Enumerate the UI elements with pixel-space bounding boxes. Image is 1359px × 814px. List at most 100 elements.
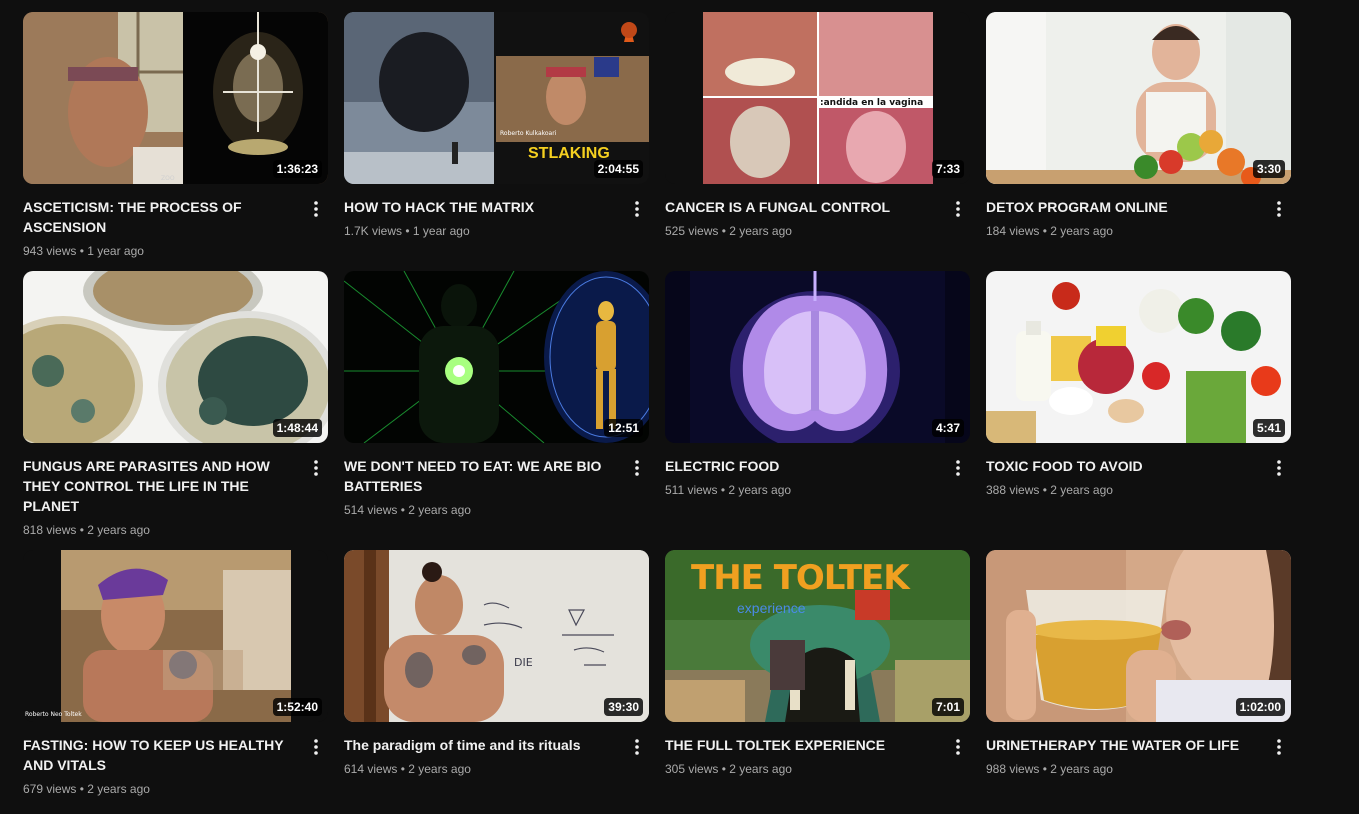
video-title[interactable]: THE FULL TOLTEK EXPERIENCE [665, 735, 936, 755]
video-card[interactable]: ZOO 1:36:23 ASCETICISM: THE PROCESS OF A… [23, 12, 328, 271]
video-thumbnail[interactable]: DIE 39:30 [344, 550, 649, 722]
video-stats: 305 views • 2 years ago [665, 762, 792, 776]
view-count: 1.7K views [344, 224, 403, 238]
video-card[interactable]: DIE 39:30 The paradigm of time and its r… [344, 550, 649, 810]
duration-badge: 1:02:00 [1235, 698, 1285, 716]
video-stats: 943 views • 1 year ago [23, 244, 144, 258]
thumbnail-subtext: experience [737, 600, 806, 616]
kebab-menu-icon [314, 739, 318, 755]
upload-age: 2 years ago [87, 523, 150, 537]
duration-badge: 7:33 [931, 160, 964, 178]
view-count: 988 views [986, 762, 1040, 776]
kebab-menu-icon [635, 201, 639, 217]
video-card[interactable]: 1:02:00 URINETHERAPY THE WATER OF LIFE 9… [986, 550, 1291, 810]
video-thumbnail[interactable]: Roberto Neo Toltek 1:52:40 [23, 550, 328, 722]
kebab-menu-icon [956, 201, 960, 217]
upload-age: 2 years ago [729, 224, 792, 238]
video-meta: DETOX PROGRAM ONLINE 184 views • 2 years… [986, 197, 1291, 239]
video-stats: 1.7K views • 1 year ago [344, 224, 470, 238]
video-thumbnail[interactable]: 1:48:44 [23, 271, 328, 443]
more-options-button[interactable] [625, 735, 649, 759]
video-thumbnail[interactable]: 4:37 [665, 271, 970, 443]
video-title[interactable]: ELECTRIC FOOD [665, 456, 936, 476]
upload-age: 1 year ago [87, 244, 144, 258]
duration-badge: 2:04:55 [593, 160, 643, 178]
video-title[interactable]: TOXIC FOOD TO AVOID [986, 456, 1257, 476]
video-thumbnail[interactable]: THE TOLTEK experience 7:01 [665, 550, 970, 722]
video-thumbnail[interactable]: STLAKING Roberto Kulkakoari 2:04:55 [344, 12, 649, 184]
view-count: 388 views [986, 483, 1040, 497]
video-card[interactable]: 5:41 TOXIC FOOD TO AVOID 388 views • 2 y… [986, 271, 1291, 550]
video-title[interactable]: DETOX PROGRAM ONLINE [986, 197, 1257, 217]
more-options-button[interactable] [304, 456, 328, 480]
thumbnail-caption: Roberto Kulkakoari [500, 130, 557, 137]
duration-badge: 1:36:23 [272, 160, 322, 178]
video-grid: ZOO 1:36:23 ASCETICISM: THE PROCESS OF A… [23, 12, 1291, 810]
video-card[interactable]: STLAKING Roberto Kulkakoari 2:04:55 HOW … [344, 12, 649, 271]
duration-badge: 1:52:40 [272, 698, 322, 716]
video-meta: ASCETICISM: THE PROCESS OF ASCENSION 943… [23, 197, 328, 259]
more-options-button[interactable] [625, 456, 649, 480]
video-title[interactable]: The paradigm of time and its rituals [344, 735, 615, 755]
video-meta: TOXIC FOOD TO AVOID 388 views • 2 years … [986, 456, 1291, 498]
video-thumbnail[interactable]: :andida en la vagina 7:33 [665, 12, 970, 184]
more-options-button[interactable] [304, 197, 328, 221]
duration-badge: 1:48:44 [272, 419, 322, 437]
more-options-button[interactable] [946, 735, 970, 759]
duration-badge: 4:37 [931, 419, 964, 437]
video-meta: WE DON'T NEED TO EAT: WE ARE BIO BATTERI… [344, 456, 649, 518]
video-card[interactable]: 1:48:44 FUNGUS ARE PARASITES AND HOW THE… [23, 271, 328, 550]
video-stats: 184 views • 2 years ago [986, 224, 1113, 238]
more-options-button[interactable] [1267, 197, 1291, 221]
upload-age: 2 years ago [1050, 762, 1113, 776]
more-options-button[interactable] [946, 456, 970, 480]
thumbnail-caption: Roberto Neo Toltek [25, 711, 82, 718]
video-card[interactable]: THE TOLTEK experience 7:01 THE FULL TOLT… [665, 550, 970, 810]
kebab-menu-icon [1277, 460, 1281, 476]
more-options-button[interactable] [625, 197, 649, 221]
video-meta: The paradigm of time and its rituals 614… [344, 735, 649, 777]
video-title[interactable]: URINETHERAPY THE WATER OF LIFE [986, 735, 1257, 755]
kebab-menu-icon [314, 460, 318, 476]
video-card[interactable]: 12:51 WE DON'T NEED TO EAT: WE ARE BIO B… [344, 271, 649, 550]
video-thumbnail[interactable]: 3:30 [986, 12, 1291, 184]
kebab-menu-icon [635, 460, 639, 476]
video-card[interactable]: Roberto Neo Toltek 1:52:40 FASTING: HOW … [23, 550, 328, 810]
video-thumbnail[interactable]: 12:51 [344, 271, 649, 443]
kebab-menu-icon [1277, 201, 1281, 217]
video-meta: FASTING: HOW TO KEEP US HEALTHY AND VITA… [23, 735, 328, 797]
upload-age: 2 years ago [1050, 483, 1113, 497]
kebab-menu-icon [314, 201, 318, 217]
video-card[interactable]: :andida en la vagina 7:33 CANCER IS A FU… [665, 12, 970, 271]
video-title[interactable]: WE DON'T NEED TO EAT: WE ARE BIO BATTERI… [344, 456, 615, 496]
video-card[interactable]: 4:37 ELECTRIC FOOD 511 views • 2 years a… [665, 271, 970, 550]
more-options-button[interactable] [304, 735, 328, 759]
view-count: 184 views [986, 224, 1040, 238]
thumbnail-text: :andida en la vagina [820, 98, 924, 108]
thumbnail-text: ZOO [161, 175, 175, 182]
kebab-menu-icon [956, 739, 960, 755]
video-card[interactable]: 3:30 DETOX PROGRAM ONLINE 184 views • 2 … [986, 12, 1291, 271]
video-title[interactable]: CANCER IS A FUNGAL CONTROL [665, 197, 936, 217]
view-count: 525 views [665, 224, 719, 238]
upload-age: 2 years ago [408, 762, 471, 776]
video-thumbnail[interactable]: 1:02:00 [986, 550, 1291, 722]
video-stats: 988 views • 2 years ago [986, 762, 1113, 776]
more-options-button[interactable] [1267, 456, 1291, 480]
video-title[interactable]: ASCETICISM: THE PROCESS OF ASCENSION [23, 197, 294, 237]
video-meta: THE FULL TOLTEK EXPERIENCE 305 views • 2… [665, 735, 970, 777]
upload-age: 2 years ago [87, 782, 150, 796]
video-stats: 818 views • 2 years ago [23, 523, 150, 537]
video-title[interactable]: HOW TO HACK THE MATRIX [344, 197, 615, 217]
video-thumbnail[interactable]: 5:41 [986, 271, 1291, 443]
kebab-menu-icon [956, 460, 960, 476]
video-meta: FUNGUS ARE PARASITES AND HOW THEY CONTRO… [23, 456, 328, 538]
duration-badge: 3:30 [1252, 160, 1285, 178]
video-title[interactable]: FUNGUS ARE PARASITES AND HOW THEY CONTRO… [23, 456, 294, 516]
duration-badge: 7:01 [931, 698, 964, 716]
video-stats: 679 views • 2 years ago [23, 782, 150, 796]
more-options-button[interactable] [1267, 735, 1291, 759]
video-title[interactable]: FASTING: HOW TO KEEP US HEALTHY AND VITA… [23, 735, 294, 775]
more-options-button[interactable] [946, 197, 970, 221]
video-thumbnail[interactable]: ZOO 1:36:23 [23, 12, 328, 184]
